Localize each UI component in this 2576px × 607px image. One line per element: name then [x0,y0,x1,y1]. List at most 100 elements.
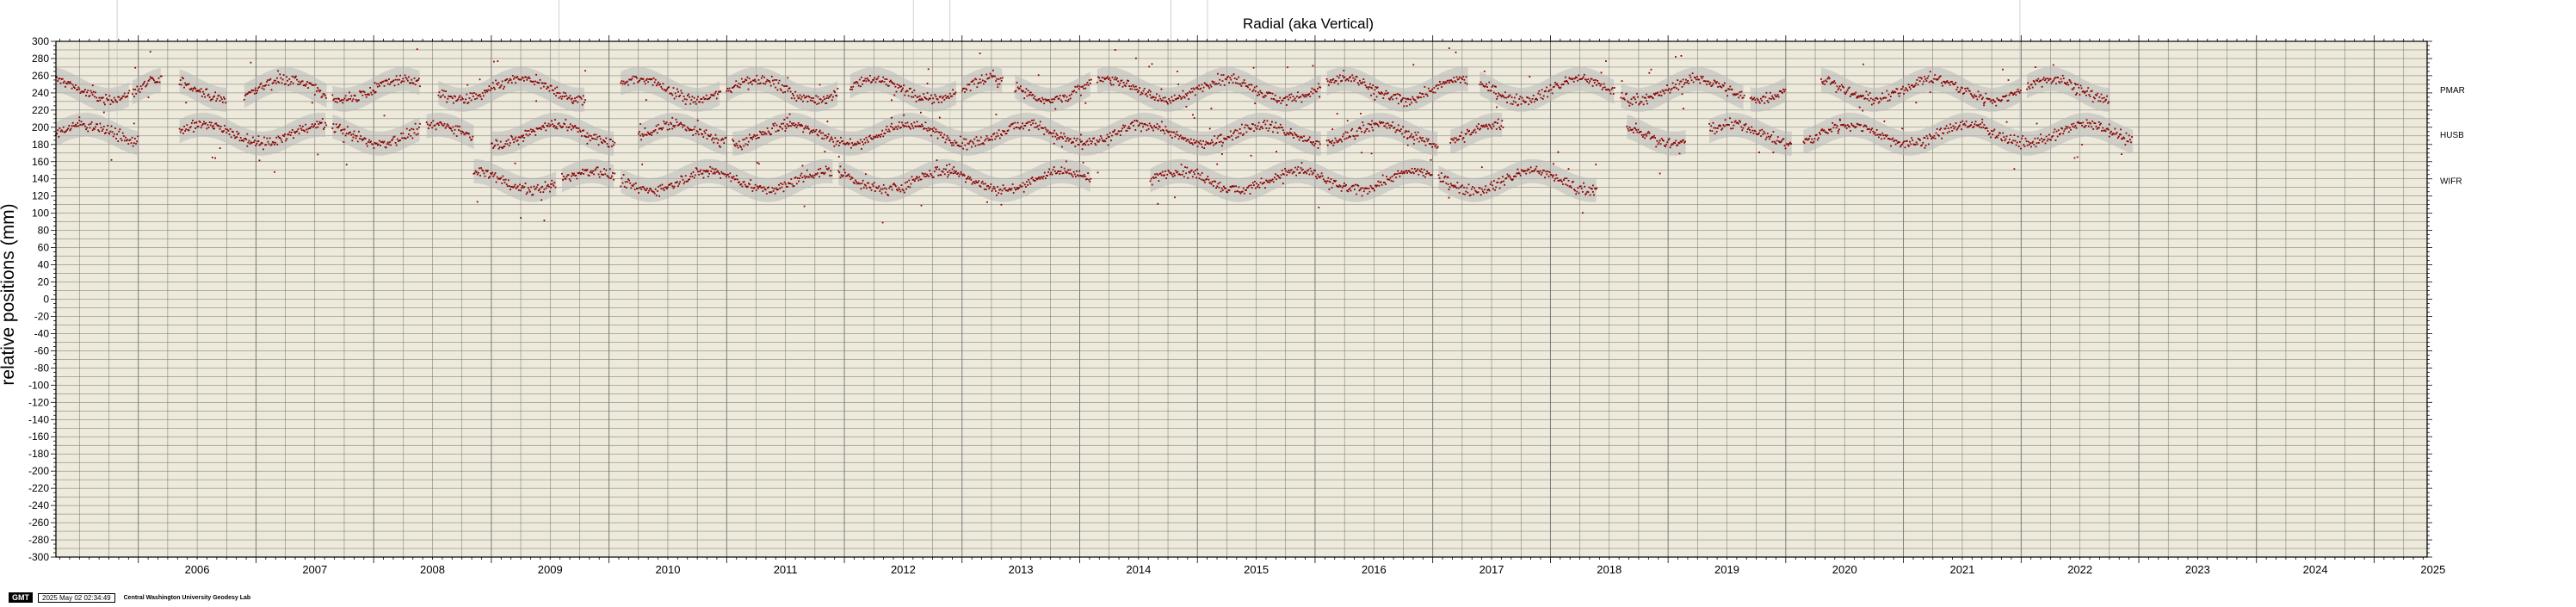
data-point [713,138,716,140]
data-point [569,95,571,97]
data-point [343,128,346,131]
data-point [1949,123,1951,126]
data-point [290,81,293,83]
data-point [1333,82,1336,84]
data-point [717,93,719,96]
data-point [1063,96,1066,98]
data-point [514,162,516,164]
data-point [90,90,92,92]
data-point [1087,172,1089,174]
data-point [1043,133,1046,135]
data-point [900,127,902,128]
data-point [1461,138,1464,140]
data-point [1396,93,1399,95]
data-point [893,183,895,185]
data-point [1198,142,1201,145]
data-point [945,139,948,140]
data-point [1633,96,1635,98]
data-point [1506,102,1508,103]
data-point [1021,126,1022,128]
data-point [1173,172,1175,175]
data-point [2042,77,2045,79]
data-point [1058,97,1060,100]
data-point [1452,139,1455,141]
data-point [910,127,911,130]
data-point [714,168,717,170]
data-point [385,146,387,149]
data-point [1678,142,1681,145]
data-point [1653,134,1655,137]
data-point [974,145,977,147]
data-point [1000,79,1003,82]
data-point [1868,99,1870,102]
data-point [277,135,280,138]
data-point [869,134,871,137]
data-point [77,122,79,124]
data-point [1118,84,1121,86]
data-point [525,133,528,136]
data-point [277,70,279,72]
data-point [944,141,947,144]
data-point [2087,125,2090,127]
data-point [2005,135,2008,138]
data-point [1970,124,1972,126]
data-point [2023,146,2026,147]
data-point [275,136,278,139]
data-point [120,138,122,139]
data-point [688,93,689,96]
data-point [784,125,787,127]
data-point [325,124,328,127]
data-point [1453,137,1455,139]
data-point [823,96,825,98]
data-point [318,89,320,91]
data-point [2066,126,2069,128]
data-point [392,79,395,82]
data-point [409,129,411,132]
data-point [256,143,258,145]
data-point [1192,143,1194,146]
data-point [922,173,924,176]
data-point [1838,128,1840,131]
data-point [1654,137,1656,139]
data-point [1889,96,1892,97]
data-point [2002,68,2004,71]
data-point [937,174,940,177]
data-point [655,84,658,87]
data-point [223,130,225,132]
data-point [715,137,718,139]
data-point [1872,98,1874,101]
data-point [1363,132,1366,133]
data-point [549,190,551,193]
data-point [1911,137,1912,139]
data-point [438,124,440,127]
data-point [1974,121,1977,123]
data-point [1147,91,1149,93]
data-point [1009,125,1011,127]
data-point [1833,80,1836,82]
data-point [1640,133,1643,136]
data-point [666,128,669,131]
data-point [2011,92,2013,94]
data-point [1836,125,1838,127]
data-point [219,147,221,149]
data-point [1671,82,1674,84]
data-point [517,143,520,146]
data-point [1100,80,1103,82]
data-point [757,187,759,189]
data-point [1289,96,1292,99]
data-point [814,102,816,104]
data-point [350,95,353,97]
data-point [116,133,118,135]
data-point [621,80,623,82]
data-point [1743,94,1745,96]
data-point [851,89,853,90]
data-point [213,125,214,127]
data-point [447,124,449,127]
data-point [713,168,715,170]
data-point [2029,142,2031,145]
data-point [1269,124,1272,126]
data-point [291,75,293,77]
data-point [803,175,806,177]
data-point [1062,138,1064,139]
data-point [1713,127,1715,129]
